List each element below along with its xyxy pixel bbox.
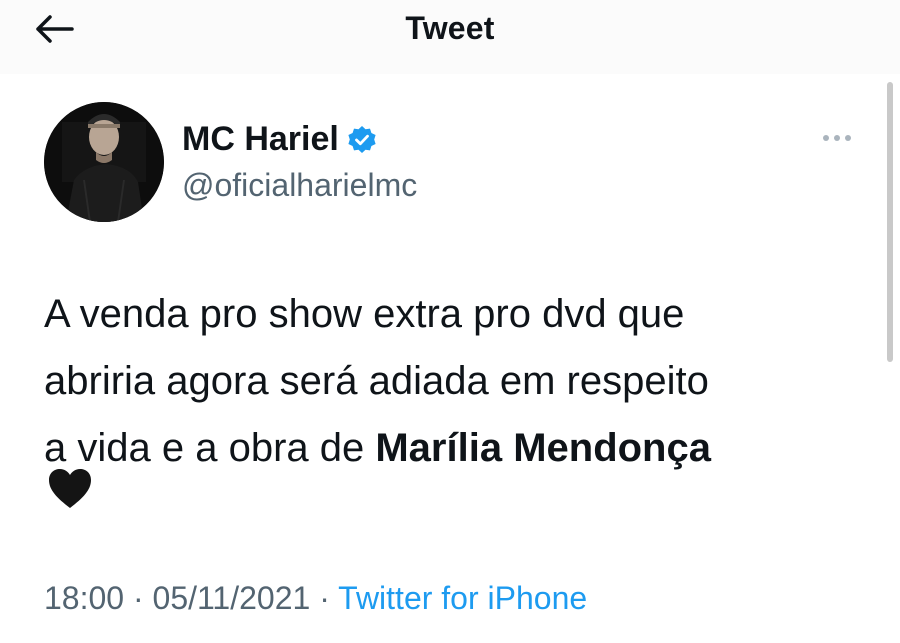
scrollbar[interactable] [887,82,893,362]
page-title: Tweet [405,10,495,46]
tweet-line-3: a vida e a obra de Marília Mendonça [44,415,864,482]
meta-separator-2: · [310,580,339,616]
tweet-text: A venda pro show extra pro dvd que abrir… [44,281,864,482]
tweet-line-1: A venda pro show extra pro dvd que [44,292,685,336]
black-heart-icon [47,466,93,512]
tweet-metadata: 18:00 · 05/11/2021 · Twitter for iPhone [44,580,587,617]
tweet-time: 18:00 [44,580,125,616]
top-bar: Tweet [0,0,900,74]
verified-badge-icon [347,125,377,155]
tweet-line-2: abriria agora será adiada em respeito [44,359,709,403]
author-name[interactable]: MC Hariel [182,120,339,159]
tweet-bold-name: Marília Mendonça [375,426,711,470]
tweet-line-3-text: a vida e a obra de [44,426,376,470]
tweet-date: 05/11/2021 [152,580,311,616]
tweet-page: Tweet MC Hariel @oficialharielmc A venda… [0,0,900,643]
avatar[interactable] [44,102,164,222]
more-options-icon[interactable] [817,128,857,148]
author-handle[interactable]: @oficialharielmc [182,167,417,204]
author-name-row[interactable]: MC Hariel [182,120,377,159]
meta-separator-1: · [124,580,153,616]
tweet-source-link[interactable]: Twitter for iPhone [338,580,587,616]
